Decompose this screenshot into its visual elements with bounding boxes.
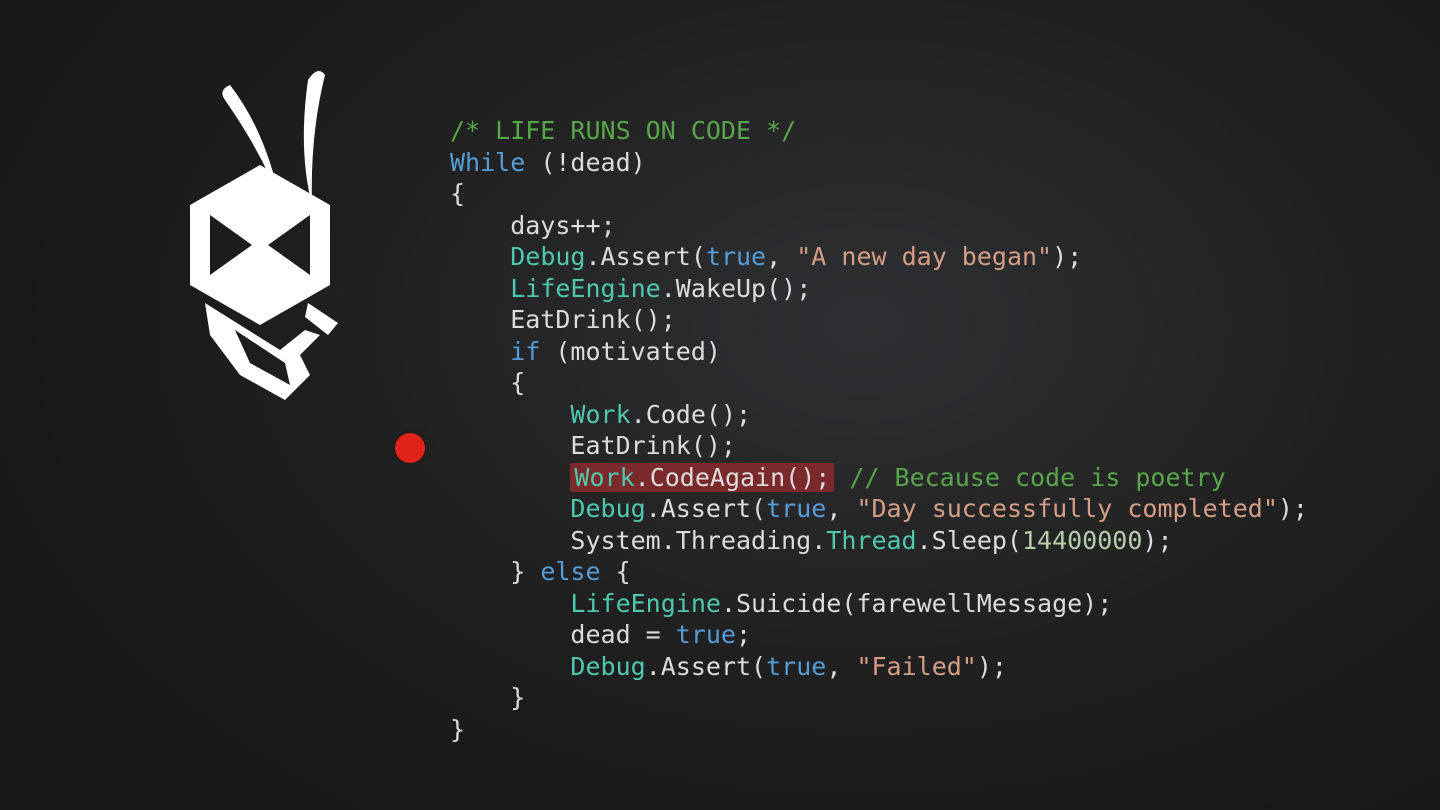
code-brace: } xyxy=(450,557,540,586)
code-text: .Code(); xyxy=(631,400,751,429)
code-number: 14400000 xyxy=(1022,526,1142,555)
code-text: System.Threading. xyxy=(450,526,826,555)
code-text: EatDrink(); xyxy=(450,431,736,460)
code-text: ); xyxy=(1278,494,1308,523)
code-type: Work xyxy=(574,463,634,492)
code-text: days++; xyxy=(450,211,616,240)
breakpoint-dot-icon xyxy=(395,433,425,463)
code-indent xyxy=(450,400,570,429)
code-indent xyxy=(450,337,510,366)
code-text: (motivated) xyxy=(540,337,721,366)
code-type: Debug xyxy=(570,494,645,523)
code-bool: true xyxy=(676,620,736,649)
wallpaper: /* LIFE RUNS ON CODE */ While (!dead) { … xyxy=(0,0,1440,810)
code-text: .CodeAgain(); xyxy=(635,463,831,492)
code-keyword: else xyxy=(540,557,600,586)
code-indent xyxy=(450,242,510,271)
code-text: .Suicide(farewellMessage); xyxy=(721,589,1112,618)
code-text: (!dead) xyxy=(525,148,645,177)
code-indent xyxy=(450,463,570,492)
code-text: , xyxy=(826,494,856,523)
code-text: ); xyxy=(1142,526,1172,555)
code-text: , xyxy=(826,652,856,681)
code-string: "Day successfully completed" xyxy=(856,494,1277,523)
code-type: Debug xyxy=(510,242,585,271)
code-string: "Failed" xyxy=(856,652,976,681)
code-text: .Assert( xyxy=(646,652,766,681)
code-brace: { xyxy=(450,368,525,397)
code-comment: /* LIFE RUNS ON CODE */ xyxy=(450,116,796,145)
code-keyword: if xyxy=(510,337,540,366)
code-brace: } xyxy=(450,715,465,744)
code-text: ; xyxy=(736,620,751,649)
code-text: ); xyxy=(977,652,1007,681)
ninja-infinity-logo-icon xyxy=(150,55,390,420)
code-text: dead = xyxy=(450,620,676,649)
code-block: /* LIFE RUNS ON CODE */ While (!dead) { … xyxy=(450,115,1308,745)
code-bool: true xyxy=(706,242,766,271)
code-indent xyxy=(450,652,570,681)
code-type: LifeEngine xyxy=(570,589,721,618)
code-text: ); xyxy=(1052,242,1082,271)
code-type: LifeEngine xyxy=(510,274,661,303)
code-type: Work xyxy=(570,400,630,429)
code-indent xyxy=(450,589,570,618)
code-string: "A new day began" xyxy=(796,242,1052,271)
code-text: .Assert( xyxy=(585,242,705,271)
code-brace: } xyxy=(450,683,525,712)
code-type: Debug xyxy=(570,652,645,681)
code-text: , xyxy=(766,242,796,271)
code-text: .Assert( xyxy=(646,494,766,523)
code-brace: { xyxy=(601,557,631,586)
code-keyword: While xyxy=(450,148,525,177)
code-indent xyxy=(450,494,570,523)
code-brace: { xyxy=(450,179,465,208)
code-text: EatDrink(); xyxy=(450,305,676,334)
code-space xyxy=(834,463,849,492)
code-comment: // Because code is poetry xyxy=(849,463,1225,492)
code-text: .WakeUp(); xyxy=(661,274,812,303)
code-bool: true xyxy=(766,494,826,523)
breakpoint-line: Work.CodeAgain(); xyxy=(570,463,834,492)
code-text: .Sleep( xyxy=(917,526,1022,555)
code-bool: true xyxy=(766,652,826,681)
code-type: Thread xyxy=(826,526,916,555)
code-indent xyxy=(450,274,510,303)
